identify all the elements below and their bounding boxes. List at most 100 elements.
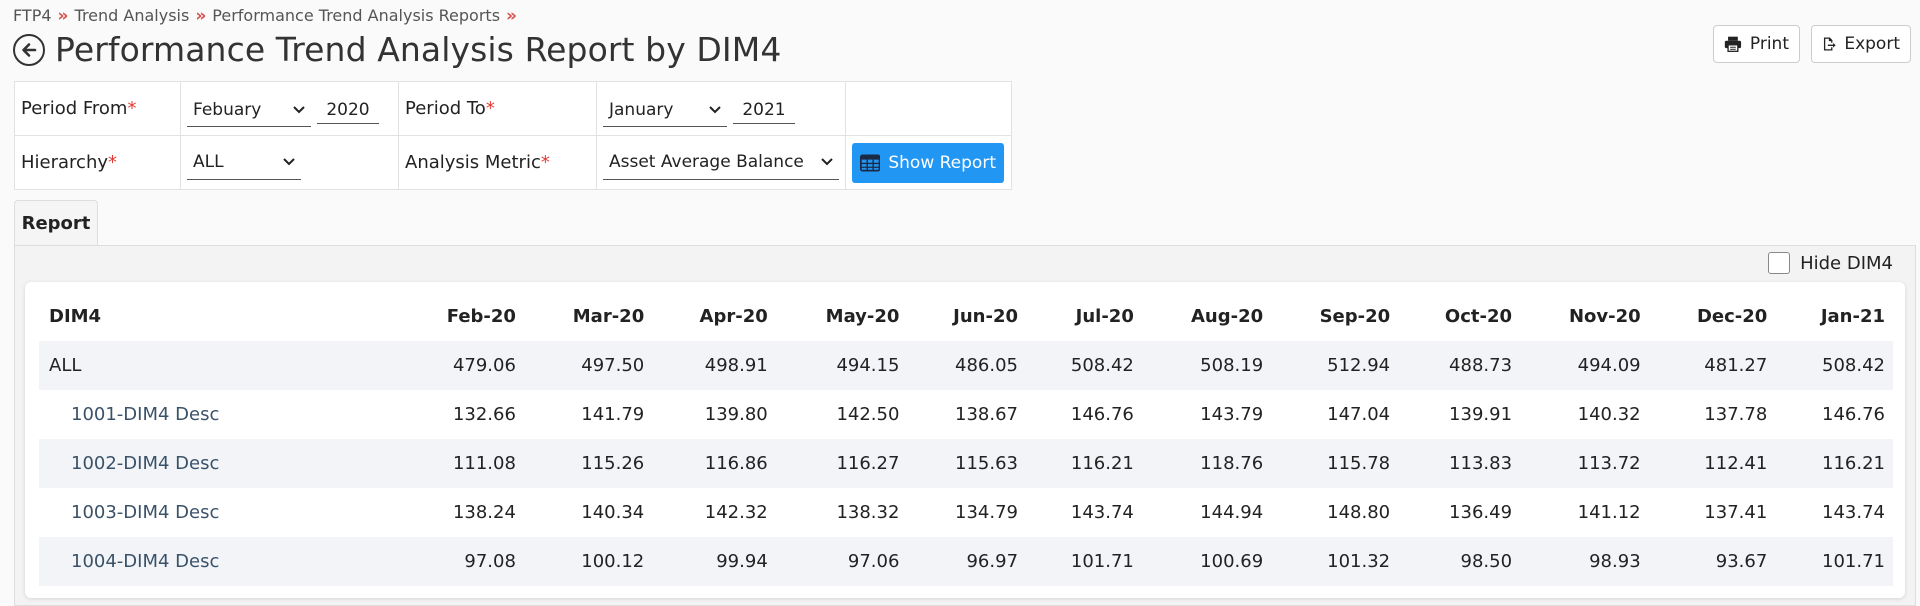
table-cell-value: 494.15 [836, 355, 900, 376]
table-cell-value: 137.41 [1704, 502, 1768, 523]
column-header-month: Mar-20 [572, 306, 645, 327]
period-from-year-input[interactable]: 2020 [317, 90, 379, 124]
period-to-month-select[interactable]: January [603, 93, 727, 128]
table-cell-value: 479.06 [452, 355, 516, 376]
required-marker: * [485, 98, 495, 119]
breadcrumb-separator: » [506, 6, 518, 26]
column-header-month: Oct-20 [1444, 306, 1513, 327]
analysis-metric-label: Analysis Metric [405, 152, 541, 173]
hierarchy-select[interactable]: ALL [187, 145, 301, 180]
table-cell-value: 497.50 [581, 355, 645, 376]
metric-cell: Analysis Metric* [398, 135, 597, 190]
table-cell-value: 137.78 [1704, 404, 1768, 425]
table-row: 1001-DIM4 Desc 132.66 141.79 139.80 142.50 13… [39, 390, 1893, 439]
table-cell-value: 113.72 [1577, 453, 1641, 474]
table-icon [860, 154, 881, 171]
table-cell-value: 481.27 [1704, 355, 1768, 376]
table-cell-value: 508.19 [1200, 355, 1264, 376]
table-cell-value: 143.74 [1822, 502, 1885, 523]
required-marker: * [127, 98, 137, 119]
metric-input: Asset Average Balance [596, 135, 846, 190]
required-marker: * [540, 152, 550, 173]
breadcrumb-item-trend-analysis[interactable]: Trend Analysis [75, 6, 190, 25]
table-cell-value: 115.63 [955, 453, 1019, 474]
hierarchy-label: Hierarchy [21, 152, 109, 173]
table-cell-value: 508.42 [1070, 355, 1134, 376]
table-cell-value: 101.71 [1070, 551, 1134, 572]
table-cell-value: 96.97 [966, 551, 1019, 572]
table-cell-value: 98.93 [1589, 551, 1641, 572]
table-cell-value: 141.79 [581, 404, 645, 425]
table-cell-value: 115.78 [1327, 453, 1391, 474]
export-label: Export [1844, 34, 1900, 54]
period-to-year-input[interactable]: 2021 [733, 90, 795, 124]
table-cell-value: 112.41 [1704, 453, 1768, 474]
analysis-metric-value: Asset Average Balance [609, 152, 804, 172]
column-header-month: Aug-20 [1191, 306, 1264, 327]
column-header-month: Dec-20 [1696, 306, 1768, 327]
table-cell-value: 142.32 [704, 502, 768, 523]
column-header-month: Jul-20 [1075, 306, 1134, 327]
hierarchy-cell: Hierarchy* [14, 135, 181, 190]
period-from-month-select[interactable]: Febuary [187, 93, 311, 128]
breadcrumb-item-ftp4[interactable]: FTP4 [13, 6, 52, 25]
table-cell-value: 132.66 [452, 404, 516, 425]
analysis-metric-select[interactable]: Asset Average Balance [603, 145, 839, 180]
title-row: Performance Trend Analysis Report by DIM… [13, 30, 781, 69]
hierarchy-input: ALL [180, 135, 399, 190]
tab-report[interactable]: Report [14, 200, 98, 246]
period-from-month-value: Febuary [193, 99, 262, 120]
table-cell-value: 97.06 [847, 551, 900, 572]
column-header-dim4: DIM4 [49, 306, 102, 327]
table-cell-value: 141.12 [1577, 502, 1641, 523]
table-cell-value: 138.24 [452, 502, 516, 523]
dim4-child-link[interactable]: 1004-DIM4 Desc [39, 537, 399, 586]
table-cell-value: 488.73 [1449, 355, 1513, 376]
table-cell-value: 139.80 [704, 404, 768, 425]
table-cell-value: 144.94 [1200, 502, 1264, 523]
dim4-child-link[interactable]: 1003-DIM4 Desc [39, 488, 399, 537]
export-button[interactable]: Export [1811, 25, 1911, 63]
hide-dim4-label: Hide DIM4 [1800, 252, 1893, 274]
print-button[interactable]: Print [1713, 25, 1800, 63]
table-cell-value: 99.94 [716, 551, 768, 572]
dim4-child-link[interactable]: 1002-DIM4 Desc [39, 439, 399, 488]
report-panel: Hide DIM4 DIM4 Feb-20 Mar-20 Apr-20 May-20 Ju… [14, 245, 1916, 606]
breadcrumb-item-reports[interactable]: Performance Trend Analysis Reports [212, 6, 500, 25]
back-arrow-icon[interactable] [13, 33, 45, 66]
print-label: Print [1749, 34, 1789, 54]
table-cell-value: 508.42 [1822, 355, 1885, 376]
table-cell-value: 146.76 [1822, 404, 1885, 425]
show-report-button[interactable]: Show Report [852, 142, 1004, 183]
hide-dim4-checkbox[interactable] [1768, 252, 1791, 274]
table-row: 1002-DIM4 Desc 111.08 115.26 116.86 116.27 11… [39, 439, 1893, 488]
period-to-month-value: January [609, 99, 674, 120]
table-cell-value: 138.67 [955, 404, 1019, 425]
chevron-down-icon [293, 106, 305, 114]
table-cell-value: 98.50 [1460, 551, 1513, 572]
table-cell-value: 100.69 [1200, 551, 1264, 572]
table-cell-value: 138.32 [836, 502, 900, 523]
table-cell-value: 147.04 [1327, 404, 1391, 425]
period-from-label: Period From [21, 98, 128, 119]
table-cell-value: 143.74 [1070, 502, 1134, 523]
page-title: Performance Trend Analysis Report by DIM… [55, 30, 782, 69]
table-cell-value: 100.12 [581, 551, 645, 572]
dim4-root-label: ALL [49, 355, 82, 376]
table-cell-value: 486.05 [955, 355, 1019, 376]
chevron-down-icon [283, 158, 295, 166]
breadcrumb-separator: » [57, 6, 69, 26]
report-card: DIM4 Feb-20 Mar-20 Apr-20 May-20 Jun-20 Jul-20… [25, 282, 1905, 598]
table-cell-value: 116.21 [1822, 453, 1885, 474]
dim4-child-link[interactable]: 1001-DIM4 Desc [39, 390, 399, 439]
table-body: ALL 479.06 497.50 498.91 494.15 486.05 508.42 5… [39, 341, 1893, 586]
chevron-down-icon [821, 158, 833, 166]
report-table: DIM4 Feb-20 Mar-20 Apr-20 May-20 Jun-20 Jul-20… [39, 292, 1893, 586]
table-cell-value: 118.76 [1200, 453, 1264, 474]
column-header-month: Jan-21 [1820, 306, 1885, 327]
period-to-inputs: January 2021 [596, 81, 846, 136]
table-row: 1004-DIM4 Desc 97.08 100.12 99.94 97.06 96.97… [39, 537, 1893, 586]
hide-dim4-toggle[interactable]: Hide DIM4 [1768, 252, 1893, 274]
table-cell-value: 116.27 [836, 453, 900, 474]
show-report-cell: Show Report [845, 135, 1012, 190]
